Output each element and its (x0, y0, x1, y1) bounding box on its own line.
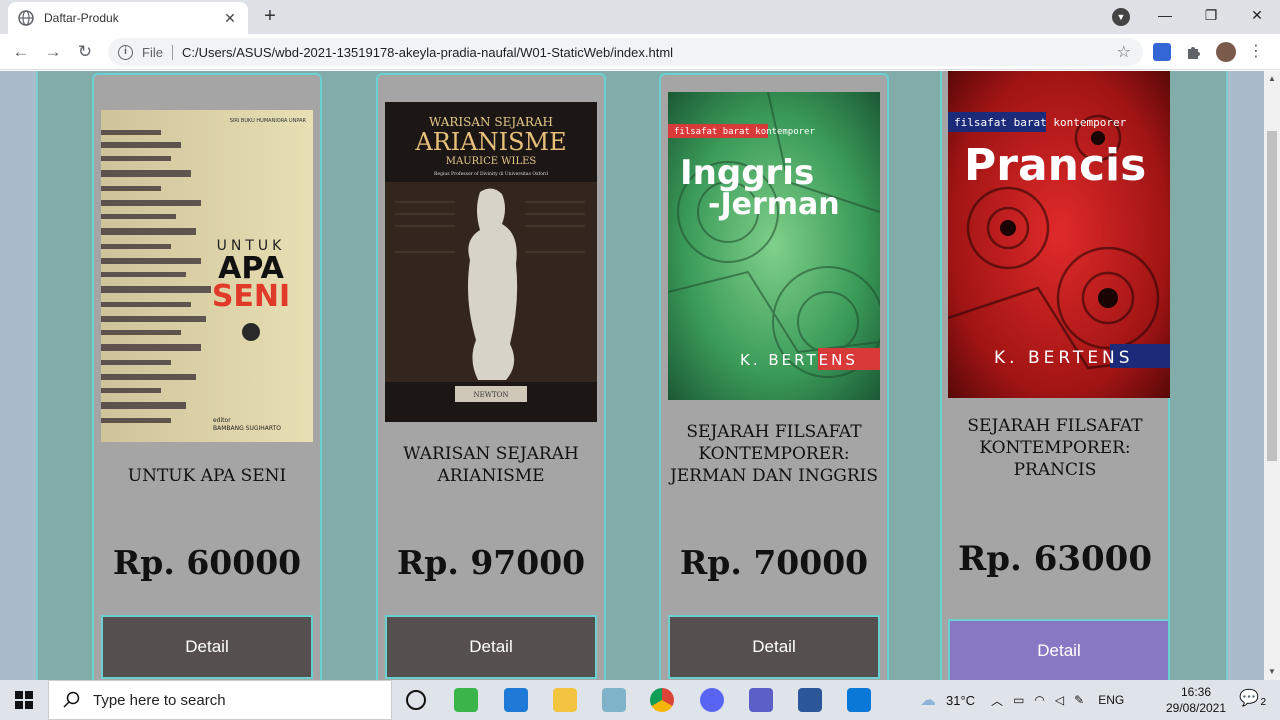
weather-cloud-icon[interactable]: ☁ (920, 690, 936, 710)
cover-series-text: SIRI BUKU HUMANIORA UNPAR (230, 118, 307, 124)
forward-arrow-icon[interactable]: → (42, 41, 64, 63)
search-icon (63, 691, 80, 708)
taskbar-search-placeholder: Type here to search (93, 691, 226, 709)
product-grid: SIRI BUKU HUMANIORA UNPAR UNTUK APA SENI… (36, 71, 1228, 680)
product-card: SIRI BUKU HUMANIORA UNPAR UNTUK APA SENI… (92, 73, 322, 680)
cover-title-line1: WARISAN SEJARAH (429, 115, 553, 129)
cover-title-line2: ARIANISME (414, 128, 566, 156)
cover-editor-name: BAMBANG SUGIHARTO (213, 425, 281, 432)
scroll-up-icon[interactable]: ▲ (1264, 71, 1280, 87)
scrollbar-thumb[interactable] (1267, 131, 1277, 461)
teams-app-icon[interactable] (749, 688, 773, 712)
notification-center-icon[interactable]: 2 💬 (1238, 688, 1266, 710)
profile-avatar[interactable] (1216, 42, 1236, 62)
mail-app-icon[interactable] (504, 688, 528, 712)
back-arrow-icon[interactable]: ← (10, 41, 32, 63)
windows-logo-icon (15, 691, 33, 709)
taskbar-search[interactable]: Type here to search (48, 680, 392, 720)
minimize-button[interactable]: — (1142, 0, 1188, 30)
address-url[interactable]: C:/Users/ASUS/wbd-2021-13519178-akeyla-p… (182, 45, 1117, 60)
cover-title-line3: SENI (212, 279, 290, 314)
globe-icon (18, 10, 34, 26)
taskbar-clock[interactable]: 16:36 29/08/2021 (1160, 684, 1232, 716)
extension-icon[interactable] (1153, 43, 1171, 61)
product-name: WARISAN SEJARAH ARIANISME (403, 444, 579, 486)
book-cover-image: filsafat barat kontemporer Prancis K. BE… (948, 71, 1170, 398)
product-card: filsafat barat kontemporer Prancis K. BE… (940, 71, 1170, 680)
detail-button[interactable]: Detail (668, 615, 880, 679)
browser-toolbar: ← → ↻ i File C:/Users/ASUS/wbd-2021-1351… (0, 34, 1280, 70)
tab-strip: Daftar-Produk ✕ + ▼ — ❐ ✕ (0, 0, 1280, 34)
word-app-icon[interactable] (798, 688, 822, 712)
address-scheme: File (142, 44, 173, 60)
puzzle-extensions-icon[interactable] (1185, 43, 1203, 61)
tab-search-icon[interactable]: ▼ (1112, 8, 1130, 26)
file-explorer-icon[interactable] (553, 688, 577, 712)
product-card: WARISAN SEJARAH ARIANISME MAURICE WILES … (376, 73, 606, 680)
browser-tab[interactable]: Daftar-Produk ✕ (8, 2, 248, 34)
cover-series-text: filsafat barat kontemporer (954, 116, 1127, 129)
cover-subtitle: Regius Professor of Divinity di Universi… (434, 171, 548, 177)
product-price: Rp. 60000 (112, 543, 302, 582)
product-price: Rp. 63000 (958, 539, 1152, 579)
line-app-icon[interactable] (454, 688, 478, 712)
app-icon[interactable] (602, 688, 626, 712)
system-tray: ☁ 31°C ︿ ▭ ◠ ◁ ✎ ENG (920, 680, 1124, 720)
book-cover-image: SIRI BUKU HUMANIORA UNPAR UNTUK APA SENI… (101, 110, 313, 442)
chrome-app-icon[interactable] (650, 688, 674, 712)
discord-app-icon[interactable] (700, 688, 724, 712)
volume-icon[interactable]: ◁ (1055, 693, 1064, 707)
menu-kebab-icon[interactable]: ⋮ (1248, 43, 1264, 61)
scroll-down-icon[interactable]: ▼ (1264, 664, 1280, 680)
cover-author: K. BERTENS (994, 348, 1134, 368)
product-price: Rp. 70000 (679, 543, 869, 582)
detail-button[interactable]: Detail (385, 615, 597, 679)
restore-button[interactable]: ❐ (1188, 0, 1234, 30)
battery-icon[interactable]: ▭ (1013, 693, 1024, 707)
bookmark-star-icon[interactable]: ☆ (1117, 42, 1131, 62)
product-name: SEJARAH FILSAFAT KONTEMPORER: PRANCIS (967, 416, 1143, 480)
page-viewport: SIRI BUKU HUMANIORA UNPAR UNTUK APA SENI… (0, 71, 1264, 680)
show-hidden-icons-icon[interactable]: ︿ (991, 692, 1003, 709)
notification-count: 2 (1260, 697, 1266, 708)
cover-series-text: filsafat barat kontemporer (674, 127, 815, 137)
windows-start-button[interactable] (0, 680, 48, 720)
product-card: filsafat barat kontemporer Inggris -Jerm… (659, 73, 889, 680)
product-price: Rp. 97000 (396, 543, 586, 582)
info-icon[interactable]: i (118, 44, 133, 60)
wifi-icon[interactable]: ◠ (1034, 693, 1044, 707)
cover-plaque: NEWTON (474, 391, 509, 399)
pen-icon[interactable]: ✎ (1074, 693, 1084, 707)
cover-title-line1: Prancis (964, 140, 1146, 191)
page-scrollbar[interactable]: ▲ ▼ (1264, 71, 1280, 680)
weather-temperature[interactable]: 31°C (946, 693, 975, 708)
detail-button[interactable]: Detail (101, 615, 313, 679)
cover-title-line2: -Jerman (708, 187, 840, 222)
clock-date: 29/08/2021 (1165, 701, 1227, 715)
reload-icon[interactable]: ↻ (74, 41, 96, 63)
cover-editor-label: editor (213, 417, 231, 424)
book-cover-image: filsafat barat kontemporer Inggris -Jerm… (668, 92, 880, 400)
close-window-button[interactable]: ✕ (1234, 0, 1280, 30)
detail-button[interactable]: Detail (948, 619, 1170, 680)
cover-author: K. BERTENS (740, 351, 858, 369)
tab-title: Daftar-Produk (44, 11, 119, 25)
address-bar[interactable]: i File C:/Users/ASUS/wbd-2021-13519178-a… (108, 38, 1143, 66)
media-app-icon[interactable] (847, 688, 871, 712)
product-name: UNTUK APA SENI (127, 466, 287, 486)
clock-time: 16:36 (1180, 685, 1212, 699)
new-tab-button[interactable]: + (260, 6, 280, 26)
cover-author: MAURICE WILES (446, 156, 537, 167)
product-name: SEJARAH FILSAFAT KONTEMPORER: JERMAN DAN… (669, 422, 879, 486)
task-view-icon[interactable] (406, 690, 426, 710)
language-indicator[interactable]: ENG (1098, 693, 1124, 707)
close-tab-icon[interactable]: ✕ (222, 10, 238, 27)
book-cover-image: WARISAN SEJARAH ARIANISME MAURICE WILES … (385, 102, 597, 422)
